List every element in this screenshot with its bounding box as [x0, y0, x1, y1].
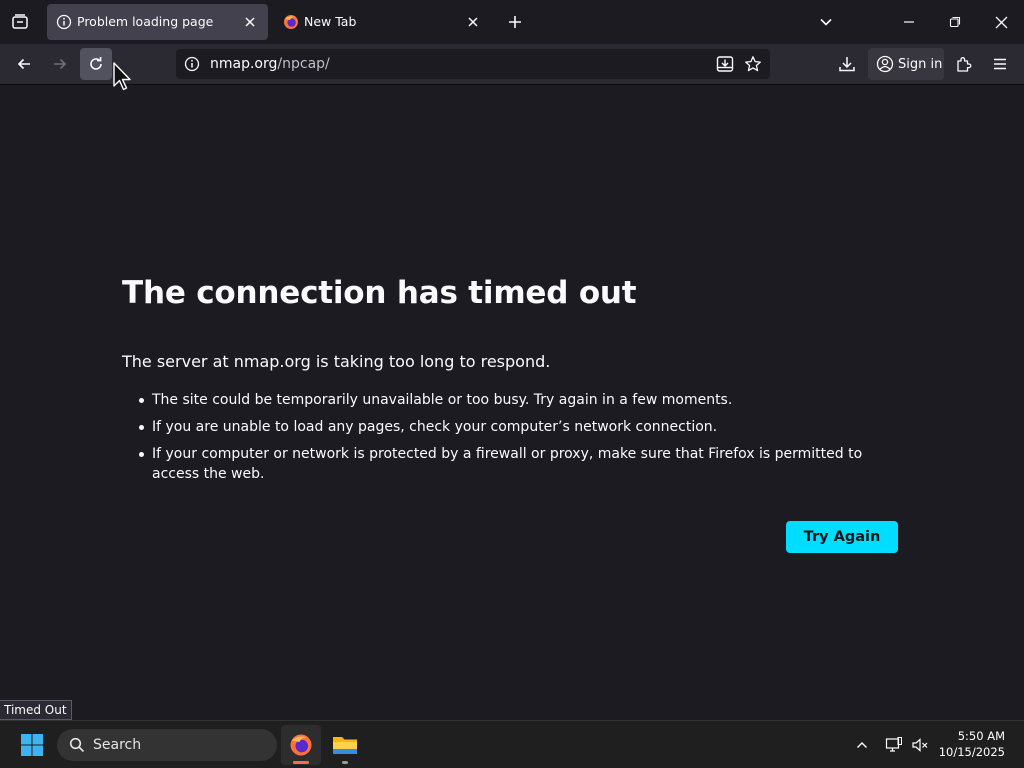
reload-icon — [90, 57, 102, 70]
arrow-left-icon — [17, 58, 30, 70]
firefox-icon — [284, 15, 298, 29]
restore-icon — [949, 16, 961, 28]
plus-icon — [509, 16, 521, 28]
error-suggestion-list: The site could be temporarily unavailabl… — [122, 390, 902, 491]
open-indicator — [342, 761, 348, 764]
error-description: The server at nmap.org is taking too lon… — [122, 352, 551, 371]
account-icon — [876, 55, 894, 73]
hamburger-icon — [994, 58, 1006, 70]
navigation-toolbar: nmap.org/npcap/ Sign in — [0, 44, 1024, 85]
window-close-button[interactable] — [986, 8, 1016, 36]
star-icon[interactable] — [744, 55, 762, 73]
error-page: The connection has timed out The server … — [0, 85, 1024, 720]
reload-button[interactable] — [80, 48, 112, 80]
try-again-button[interactable]: Try Again — [786, 521, 898, 553]
network-icon — [885, 737, 902, 752]
app-menu-button[interactable] — [984, 48, 1016, 80]
chevron-down-icon — [820, 18, 832, 26]
taskbar-file-explorer[interactable] — [325, 725, 365, 765]
list-item: If you are unable to load any pages, che… — [122, 417, 902, 437]
minimize-icon — [904, 21, 914, 23]
close-icon — [995, 16, 1007, 28]
extensions-button[interactable] — [948, 48, 980, 80]
tab-overview-button[interactable] — [8, 10, 32, 34]
search-label: Search — [93, 737, 142, 753]
tray-network[interactable] — [884, 735, 904, 755]
tray-volume[interactable] — [910, 735, 930, 755]
taskbar-search[interactable]: Search — [57, 729, 277, 761]
arrow-right-icon — [54, 58, 67, 70]
close-icon[interactable] — [465, 14, 481, 30]
firefox-icon — [290, 734, 312, 756]
sign-in-label: Sign in — [898, 56, 943, 72]
search-icon — [69, 737, 85, 753]
status-tooltip: Timed Out — [0, 700, 72, 720]
url-host: nmap.org — [210, 56, 278, 72]
downloads-button[interactable] — [831, 48, 863, 80]
folder-icon — [333, 737, 357, 754]
volume-muted-icon — [912, 738, 928, 752]
restore-button[interactable] — [940, 8, 970, 36]
install-page-icon[interactable] — [716, 55, 734, 73]
clock-time: 5:50 AM — [957, 729, 1005, 743]
chevron-up-icon — [857, 742, 867, 748]
info-icon — [56, 14, 72, 30]
download-icon — [839, 57, 855, 72]
puzzle-icon — [957, 57, 972, 72]
mouse-cursor-icon — [113, 62, 131, 91]
taskbar: Search 5:50 AM 10/15/2025 — [0, 720, 1024, 768]
page-title: The connection has timed out — [122, 275, 637, 311]
tab-new-tab[interactable]: New Tab — [274, 4, 491, 40]
minimize-button[interactable] — [894, 8, 924, 36]
new-tab-button[interactable] — [503, 10, 527, 34]
back-button[interactable] — [8, 48, 40, 80]
url-path: /npcap/ — [277, 56, 330, 72]
tab-title: New Tab — [304, 14, 357, 29]
tab-overview-icon — [12, 14, 28, 29]
forward-button[interactable] — [44, 48, 76, 80]
active-indicator — [293, 761, 309, 764]
taskbar-firefox[interactable] — [281, 725, 321, 765]
system-clock[interactable]: 5:50 AM 10/15/2025 — [939, 728, 1005, 760]
tray-overflow-button[interactable] — [852, 735, 872, 755]
windows-start-icon[interactable] — [20, 733, 44, 757]
tab-strip: Problem loading page New Tab — [0, 0, 1024, 44]
sign-in-button[interactable]: Sign in — [868, 48, 944, 80]
clock-date: 10/15/2025 — [938, 745, 1005, 759]
address-bar[interactable]: nmap.org/npcap/ — [176, 49, 770, 79]
list-item: The site could be temporarily unavailabl… — [122, 390, 902, 410]
tab-problem-loading[interactable]: Problem loading page — [47, 4, 268, 40]
list-all-tabs-button[interactable] — [814, 10, 838, 34]
url-text[interactable]: nmap.org/npcap/ — [210, 56, 330, 72]
close-icon[interactable] — [242, 14, 258, 30]
tab-title: Problem loading page — [77, 14, 214, 29]
info-icon[interactable] — [184, 56, 200, 72]
list-item: If your computer or network is protected… — [122, 444, 902, 484]
